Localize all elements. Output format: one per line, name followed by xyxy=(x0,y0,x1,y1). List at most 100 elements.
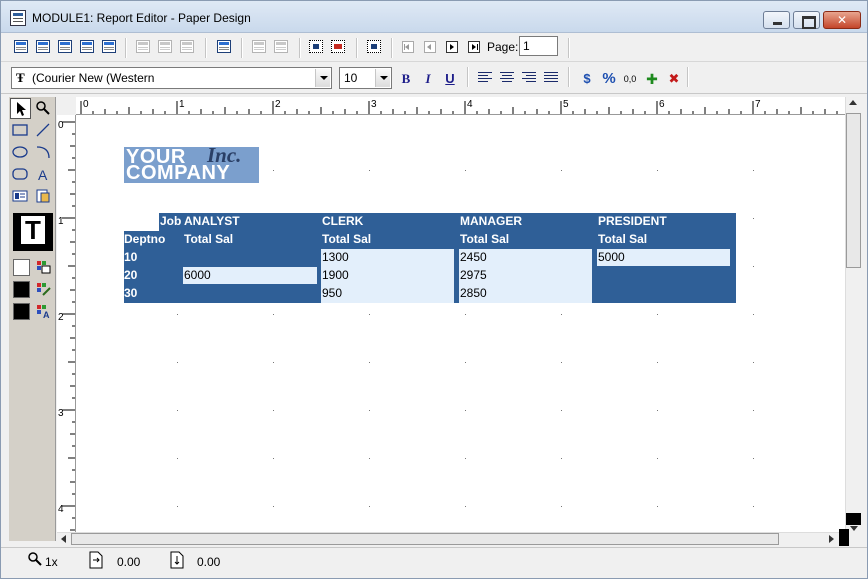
resize-corner xyxy=(839,529,849,546)
company-logo[interactable]: YOUR Inc. COMPANY xyxy=(124,145,259,183)
font-size-value: 10 xyxy=(344,71,358,85)
insert-field-icon[interactable] xyxy=(177,37,197,57)
scroll-right-icon[interactable] xyxy=(829,535,834,543)
value-cell: 1300 xyxy=(322,250,349,264)
next-page-icon[interactable] xyxy=(442,37,462,57)
percent-button[interactable]: % xyxy=(600,71,618,87)
grid-dot xyxy=(753,266,754,267)
grid-dot xyxy=(177,506,178,507)
text-tool-icon[interactable]: A xyxy=(33,164,54,185)
toolbar-separator xyxy=(391,38,393,58)
grid-dot xyxy=(657,410,658,411)
horizontal-scroll-thumb[interactable] xyxy=(71,533,779,545)
grid-dot xyxy=(465,362,466,363)
grid-dot xyxy=(465,170,466,171)
grid-dot xyxy=(561,362,562,363)
select-parent-frame-icon[interactable] xyxy=(306,37,326,57)
insert-page-number-icon[interactable] xyxy=(133,37,153,57)
text-color-icon[interactable] xyxy=(13,213,53,251)
scroll-left-icon[interactable] xyxy=(61,535,66,543)
grid-dot xyxy=(753,314,754,315)
maximize-button[interactable] xyxy=(793,11,820,29)
row-deptno-20: 20 xyxy=(124,268,138,282)
chevron-down-icon[interactable] xyxy=(375,69,390,87)
currency-button[interactable]: $ xyxy=(578,71,596,87)
horizontal-position-value: 0.00 xyxy=(117,555,141,569)
flex-mode-icon[interactable] xyxy=(364,37,384,57)
page-layout-icon[interactable] xyxy=(214,37,234,57)
align-right-icon[interactable] xyxy=(522,72,536,85)
paper-design-canvas[interactable]: YOUR Inc. COMPANY Job Deptno ANALYST CLE… xyxy=(76,115,845,532)
deptno-header-label: Deptno xyxy=(124,232,166,246)
close-button[interactable] xyxy=(823,11,861,29)
remove-decimal-button[interactable]: ✖ xyxy=(665,71,683,87)
parameter-form-icon[interactable] xyxy=(55,37,75,57)
scroll-down-icon[interactable] xyxy=(846,513,861,525)
grid-dot xyxy=(273,314,274,315)
page-number-input[interactable] xyxy=(519,36,558,56)
confine-mode-icon[interactable] xyxy=(328,37,348,57)
arc-tool-icon[interactable] xyxy=(33,142,54,163)
first-page-icon[interactable] xyxy=(398,37,418,57)
frame-move-icon[interactable] xyxy=(271,37,291,57)
line-color-swatch[interactable] xyxy=(13,281,30,298)
ellipse-tool-icon[interactable] xyxy=(10,142,31,163)
paper-design-icon[interactable] xyxy=(99,37,119,57)
minimize-button[interactable] xyxy=(763,11,790,29)
data-model-icon[interactable] xyxy=(11,37,31,57)
grid-dot xyxy=(177,362,178,363)
value-cell[interactable]: 6000 xyxy=(183,267,317,284)
value-cell[interactable]: 5000 xyxy=(597,249,730,266)
align-center-icon[interactable] xyxy=(500,72,514,85)
report-block-tool-icon[interactable] xyxy=(33,186,54,207)
text-color-swatch[interactable] xyxy=(13,303,30,320)
rounded-rectangle-tool-icon[interactable] xyxy=(10,164,31,185)
fill-color-swatch[interactable] xyxy=(13,259,30,276)
layout-model-icon[interactable] xyxy=(33,37,53,57)
grid-dot xyxy=(273,170,274,171)
font-size-dropdown[interactable]: 10 xyxy=(339,67,392,89)
grid-dot xyxy=(369,170,370,171)
font-name-dropdown[interactable]: Ŧ (Courier New (Western xyxy=(11,67,332,89)
value-cell: 2450 xyxy=(460,250,487,264)
line-color-icon[interactable] xyxy=(33,279,54,300)
select-tool-icon[interactable] xyxy=(10,98,31,119)
add-decimal-button[interactable]: ✚ xyxy=(643,71,661,87)
scroll-down-arrow-icon[interactable] xyxy=(850,526,858,531)
last-page-icon[interactable] xyxy=(464,37,484,57)
grid-dot xyxy=(465,314,466,315)
rectangle-tool-icon[interactable] xyxy=(10,120,31,141)
column-sub-total-sal: Total Sal xyxy=(598,232,648,246)
value-cell: 1900 xyxy=(322,268,349,282)
chevron-down-icon[interactable] xyxy=(315,69,330,87)
italic-button[interactable]: I xyxy=(419,71,437,87)
field-tool-icon[interactable] xyxy=(10,186,31,207)
font-name-value: (Courier New (Western xyxy=(32,71,155,85)
grid-dot xyxy=(753,362,754,363)
value-cell: 2975 xyxy=(460,268,487,282)
align-left-icon[interactable] xyxy=(478,72,492,85)
vertical-scroll-thumb[interactable] xyxy=(846,113,861,268)
previous-page-icon[interactable] xyxy=(420,37,440,57)
ruler-label: 5 xyxy=(563,99,569,110)
toolbar-separator xyxy=(241,38,243,58)
value-cell: 2850 xyxy=(460,286,487,300)
bold-button[interactable]: B xyxy=(397,71,415,87)
insert-date-icon[interactable] xyxy=(155,37,175,57)
column-job-president: PRESIDENT xyxy=(598,214,667,228)
line-tool-icon[interactable] xyxy=(33,120,54,141)
vertical-position-icon xyxy=(170,551,184,569)
frame-select-icon[interactable] xyxy=(249,37,269,57)
commas-button[interactable]: 0,0 xyxy=(621,71,639,87)
grid-dot xyxy=(561,314,562,315)
job-header-label: Job xyxy=(160,214,182,228)
text-color-palette-icon[interactable]: A xyxy=(33,301,54,322)
magnify-tool-icon[interactable] xyxy=(33,98,54,119)
value-cell: 950 xyxy=(322,286,343,300)
underline-button[interactable]: U xyxy=(441,71,459,87)
align-justify-icon[interactable] xyxy=(544,72,558,85)
fill-color-icon[interactable] xyxy=(33,257,54,278)
scroll-up-icon[interactable] xyxy=(849,100,857,105)
live-previewer-icon[interactable] xyxy=(77,37,97,57)
horizontal-position-icon xyxy=(89,551,103,569)
